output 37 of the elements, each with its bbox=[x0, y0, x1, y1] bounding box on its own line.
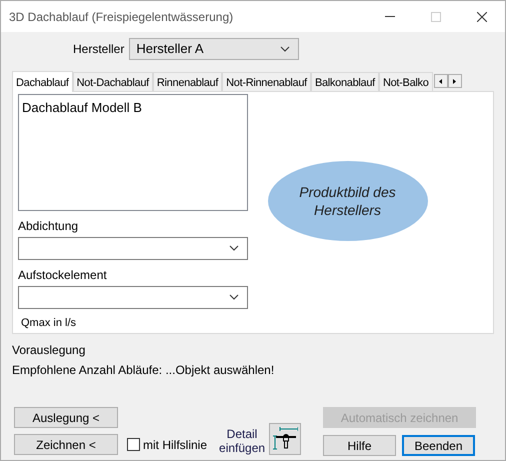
close-button[interactable]: Beenden bbox=[402, 435, 476, 456]
list-item[interactable]: Dachablauf Modell B bbox=[22, 98, 244, 118]
design-button[interactable]: Auslegung < bbox=[14, 407, 118, 428]
chevron-down-icon bbox=[229, 245, 239, 251]
recommendation-text: Empfohlene Anzahl Abläufe: ...Objekt auswählen! bbox=[12, 362, 276, 379]
qmax-label: Qmax in l/s bbox=[21, 316, 78, 330]
field-label: Aufstockelement bbox=[18, 266, 108, 284]
field-label: Abdichtung bbox=[18, 218, 80, 234]
checkbox-label: mit Hilfslinie bbox=[143, 436, 208, 454]
tab-scroll-right-button[interactable] bbox=[448, 74, 462, 88]
section-heading: Vorauslegung bbox=[12, 342, 86, 359]
chevron-down-icon bbox=[280, 46, 290, 52]
window-title: 3D Dachablauf (Freispiegelentwässerung) bbox=[9, 8, 234, 26]
roof-drain-icon bbox=[272, 426, 298, 452]
manufacturer-dropdown[interactable]: Hersteller A bbox=[129, 38, 300, 60]
manufacturer-label: Hersteller bbox=[73, 41, 124, 58]
triangle-right-icon bbox=[453, 78, 456, 84]
close-icon[interactable] bbox=[477, 12, 487, 22]
chevron-down-icon bbox=[229, 294, 239, 300]
tab[interactable]: Not-Balko bbox=[378, 72, 433, 91]
tab[interactable]: Dachablauf bbox=[12, 71, 73, 92]
image-placeholder-text: Produktbild des Herstellers bbox=[298, 182, 397, 218]
dropdown-field[interactable] bbox=[18, 236, 248, 260]
model-list[interactable]: Dachablauf Modell B bbox=[18, 94, 248, 210]
help-button[interactable]: Hilfe bbox=[323, 435, 396, 456]
tab[interactable]: Not-Dachablauf bbox=[72, 72, 153, 91]
draw-button[interactable]: Zeichnen < bbox=[14, 434, 118, 455]
tab[interactable]: Not-Rinnenablauf bbox=[222, 72, 311, 91]
tab-scroll-left-button[interactable] bbox=[434, 74, 448, 88]
dropdown-field[interactable] bbox=[18, 286, 248, 308]
tab[interactable]: Balkonablauf bbox=[310, 72, 379, 91]
detail-insert-label: Detail einfügen bbox=[219, 427, 266, 455]
triangle-left-icon bbox=[439, 78, 442, 84]
tab[interactable]: Rinnenablauf bbox=[152, 72, 222, 91]
maximize-icon bbox=[431, 12, 441, 22]
checkbox[interactable] bbox=[127, 438, 140, 451]
detail-insert-button[interactable] bbox=[269, 423, 302, 455]
